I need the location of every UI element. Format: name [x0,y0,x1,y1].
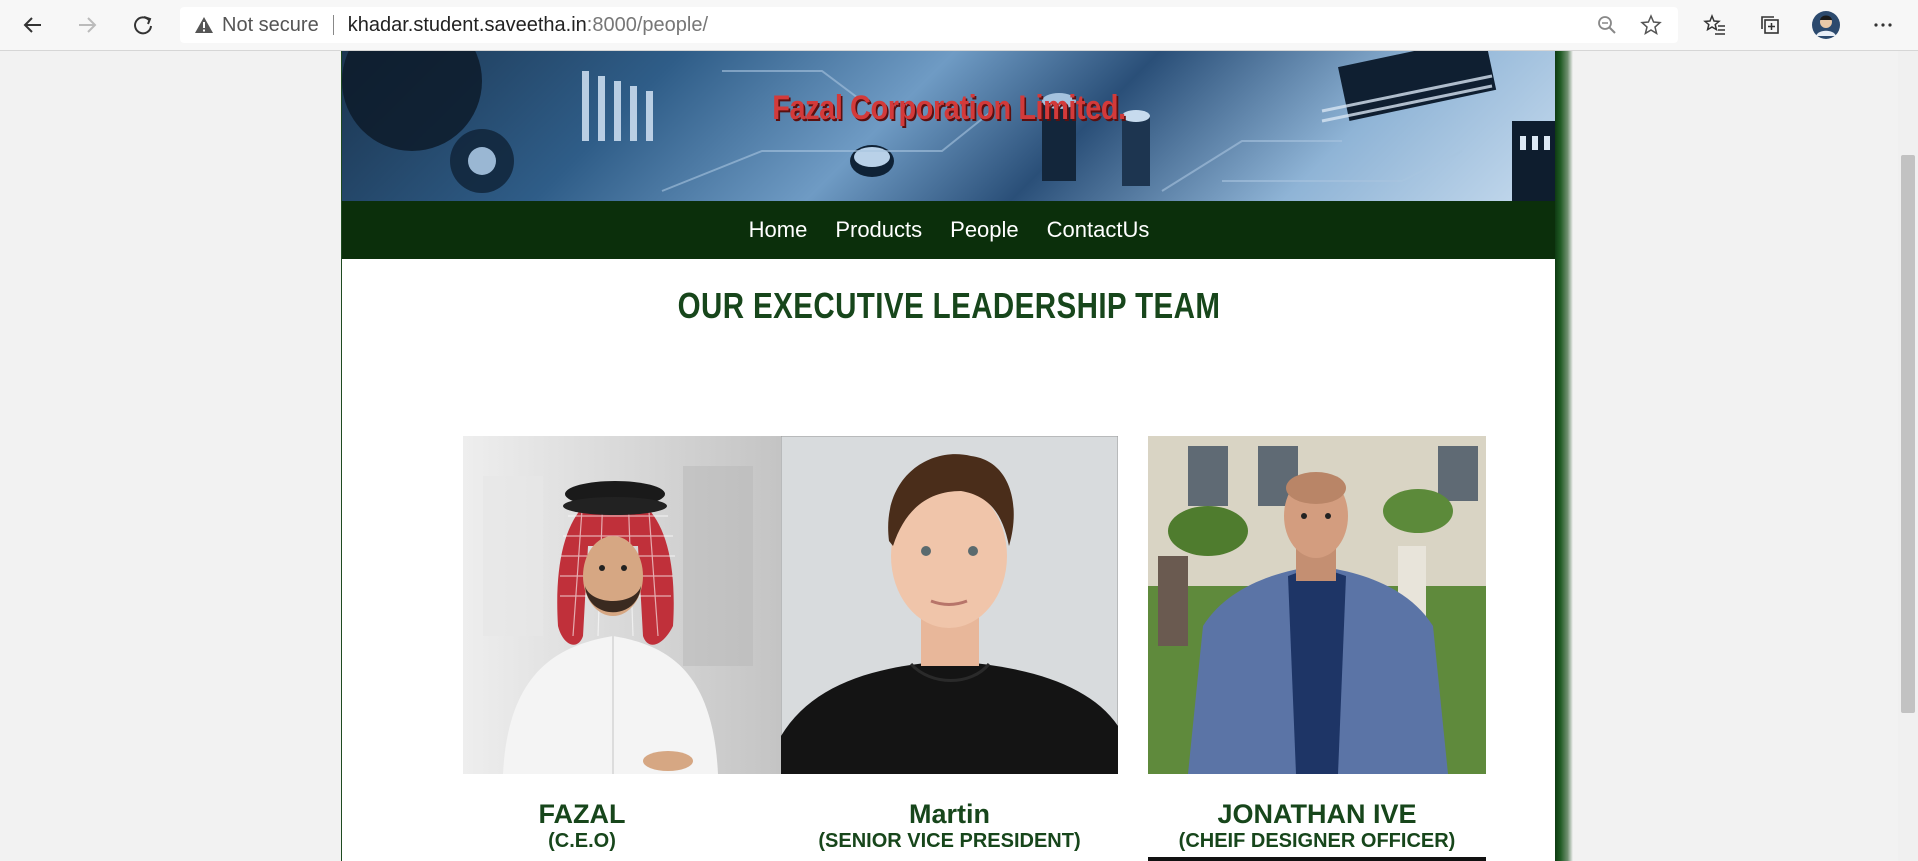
more-icon [1874,23,1892,27]
address-divider [332,15,334,35]
favorites-button[interactable] [1698,8,1732,42]
profile-avatar[interactable] [1809,8,1843,42]
photo-jonathan-ive [1148,436,1486,774]
page-shadow [1555,51,1573,861]
back-button[interactable] [16,8,50,42]
member-name-martin: Martin [909,799,990,829]
collections-button[interactable] [1753,8,1787,42]
collections-icon [1761,16,1779,34]
warning-icon [194,15,214,35]
forward-icon [79,17,97,33]
favorites-icon [1703,14,1725,35]
member-title-martin: (SENIOR VICE PRESIDENT) [818,830,1081,852]
url-path: :8000/people/ [586,13,709,36]
member-title-fazal: (C.E.O) [548,830,616,852]
photo-fazal [463,436,781,774]
nav-home[interactable]: Home [749,217,808,243]
zoom-button[interactable] [1590,8,1624,42]
refresh-button[interactable] [126,8,160,42]
more-button[interactable] [1866,8,1900,42]
browser-toolbar: Not secure khadar.student.saveetha.in:80… [0,0,1918,51]
url-host: khadar.student.saveetha.in [347,13,587,36]
member-title-jonathan-ive: (CHEIF DESIGNER OFFICER) [1178,830,1456,852]
address-bar[interactable]: Not secure khadar.student.saveetha.in:80… [180,7,1678,43]
refresh-icon [134,16,152,35]
banner-title: Fazal Corporation Limited. [772,89,1126,127]
nav-contactus[interactable]: ContactUs [1047,217,1150,243]
member-name-jonathan-ive: JONATHAN IVE [1217,799,1417,829]
nav-products[interactable]: Products [835,217,922,243]
favorite-button[interactable] [1634,8,1668,42]
forward-button[interactable] [70,8,104,42]
page-container: Fazal Corporation Limited. Home Products… [341,51,1556,861]
star-icon [1640,14,1662,35]
member-divider [1148,857,1486,861]
security-label[interactable]: Not secure [222,14,319,37]
zoom-icon [1598,16,1616,34]
page-heading: OUR EXECUTIVE LEADERSHIP TEAM [677,285,1221,326]
header-banner: Fazal Corporation Limited. [342,51,1556,201]
back-icon [23,17,41,33]
url-text[interactable]: khadar.student.saveetha.in:8000/people/ [348,14,708,37]
scrollbar-thumb[interactable] [1901,155,1915,713]
main-nav: Home Products People ContactUs [342,201,1556,259]
nav-people[interactable]: People [950,217,1019,243]
photo-martin [781,436,1118,774]
member-name-fazal: FAZAL [538,799,626,829]
